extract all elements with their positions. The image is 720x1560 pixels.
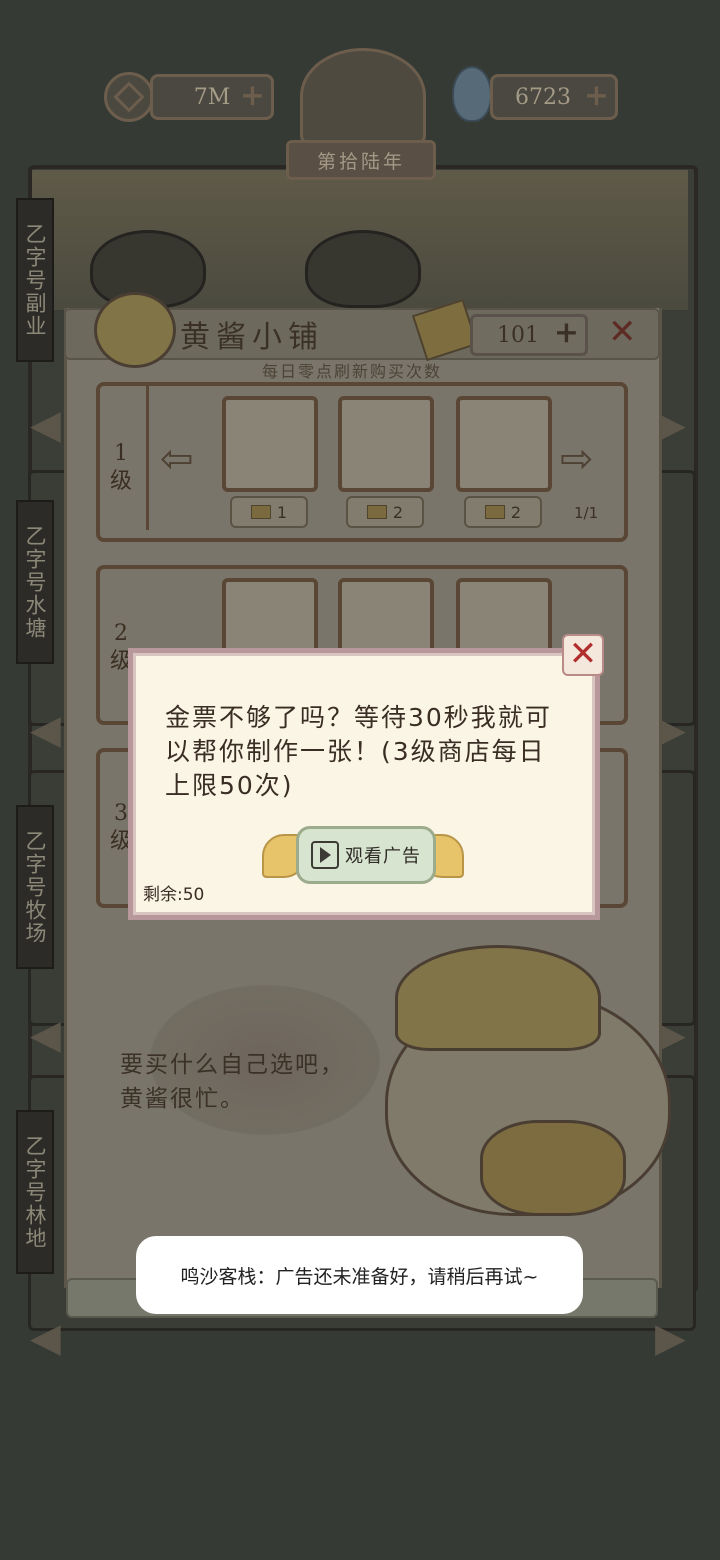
price-value: 2	[510, 502, 522, 522]
modal-message: 金票不够了吗？等待30秒我就可以帮你制作一张！(3级商店每日上限50次)	[165, 703, 552, 800]
side-label-forest[interactable]: 乙字号林地	[16, 1110, 54, 1274]
arrow-left-icon[interactable]: ◀	[30, 1318, 61, 1358]
tier1-page-indicator: 1/1	[574, 504, 599, 522]
shopkeeper-avatar	[94, 292, 176, 368]
tier1-next-icon[interactable]: ⇨	[560, 436, 594, 482]
price-value: 2	[392, 502, 404, 522]
price-tag[interactable]: 2	[346, 496, 424, 528]
shop-refresh-note: 每日零点刷新购买次数	[262, 362, 443, 381]
add-spirit-icon[interactable]: +	[584, 80, 609, 112]
play-icon	[311, 841, 339, 869]
spirit-drop-icon	[452, 66, 492, 122]
mascot-hair	[395, 945, 601, 1051]
shop-item-slot[interactable]	[456, 396, 552, 492]
ticket-count: 101	[497, 322, 539, 348]
ticket-icon	[484, 505, 505, 519]
modal-close-icon[interactable]: ✕	[562, 634, 604, 676]
add-ticket-icon[interactable]: +	[554, 317, 579, 349]
watch-ad-button[interactable]: 观看广告	[296, 826, 436, 884]
side-label-pasture[interactable]: 乙字号牧场	[16, 805, 54, 969]
add-coins-icon[interactable]: +	[240, 80, 265, 112]
inn-emblem-icon	[300, 48, 426, 144]
tier-label-1: 1级	[109, 441, 132, 494]
toast-message: 鸣沙客栈：广告还未准备好，请稍后再试~	[136, 1236, 583, 1314]
pot-icon	[305, 230, 421, 308]
spirit-value: 6723	[515, 84, 571, 110]
shop-title: 黄酱小铺	[180, 320, 324, 355]
shop-item-slot[interactable]	[222, 396, 318, 492]
side-label-sideline[interactable]: 乙字号副业	[16, 198, 54, 362]
coin-value: 7M	[193, 84, 231, 110]
year-banner: 第拾陆年	[286, 140, 436, 180]
arrow-left-icon[interactable]: ◀	[30, 710, 61, 750]
price-value: 1	[276, 502, 288, 522]
ticket-counter[interactable]: 101 +	[470, 314, 588, 356]
shop-close-icon[interactable]: ✕	[608, 312, 637, 352]
mascot-body	[480, 1120, 626, 1216]
tier-divider	[146, 386, 149, 530]
copper-coin-icon	[104, 72, 154, 122]
price-tag[interactable]: 2	[464, 496, 542, 528]
tier1-prev-icon[interactable]: ⇦	[160, 436, 194, 482]
coin-counter[interactable]: 7M +	[150, 74, 274, 120]
price-tag[interactable]: 1	[230, 496, 308, 528]
side-label-pond[interactable]: 乙字号水塘	[16, 500, 54, 664]
shop-item-slot[interactable]	[338, 396, 434, 492]
remaining-count: 剩余:50	[143, 885, 205, 905]
arrow-left-icon[interactable]: ◀	[30, 1015, 61, 1055]
arrow-left-icon[interactable]: ◀	[30, 405, 61, 445]
ticket-icon	[366, 505, 387, 519]
arrow-right-icon[interactable]: ▶	[655, 1318, 686, 1358]
ticket-icon	[250, 505, 271, 519]
watch-ad-label: 观看广告	[345, 846, 421, 867]
shopkeeper-speech: 要买什么自己选吧，黄酱很忙。	[120, 1052, 345, 1112]
spirit-counter[interactable]: 6723 +	[490, 74, 618, 120]
